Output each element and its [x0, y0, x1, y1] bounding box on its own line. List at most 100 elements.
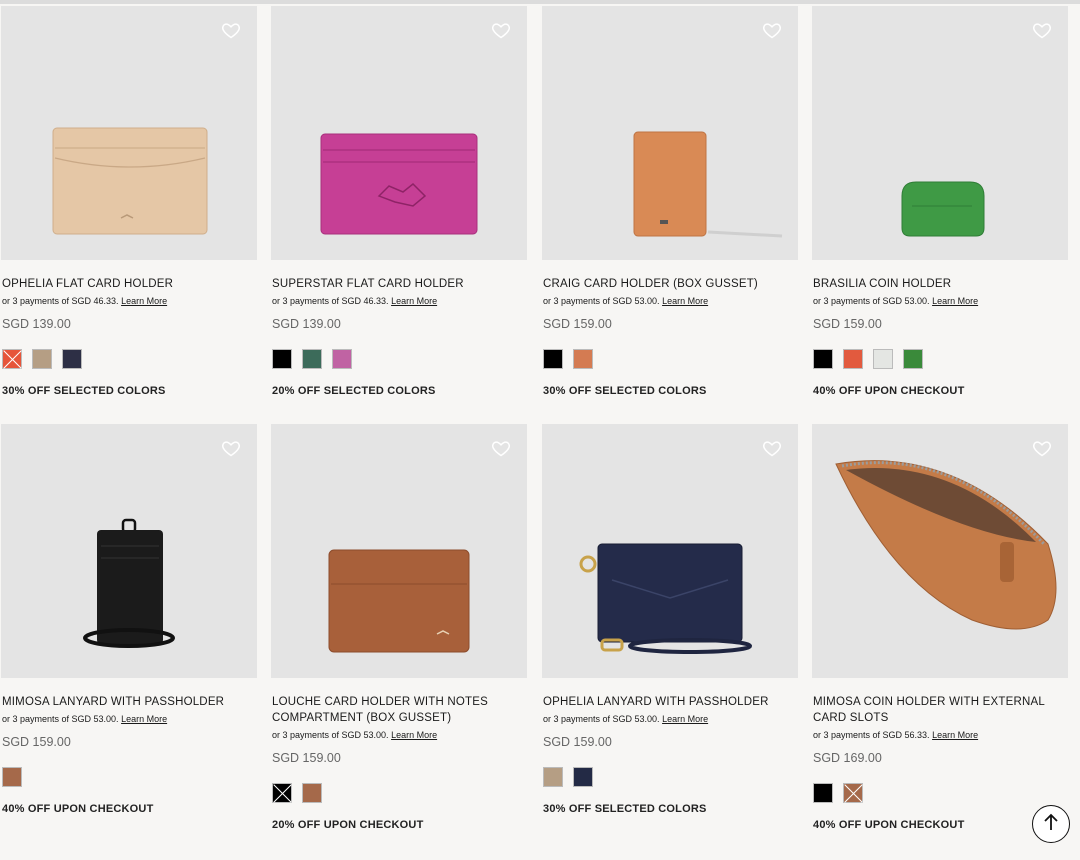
- promo-label: 30% OFF SELECTED COLORS: [543, 803, 707, 815]
- arrow-up-icon: [1043, 813, 1059, 836]
- color-swatch[interactable]: [573, 767, 593, 787]
- product-image[interactable]: [271, 424, 527, 678]
- product-price: SGD 169.00: [813, 751, 882, 765]
- installment-text: or 3 payments of SGD 53.00. Learn More: [1, 713, 257, 725]
- color-swatch[interactable]: [32, 349, 52, 369]
- product-image[interactable]: [812, 6, 1068, 260]
- color-swatch[interactable]: [2, 767, 22, 787]
- product-price: SGD 139.00: [2, 317, 71, 331]
- product-name[interactable]: LOUCHE CARD HOLDER WITH NOTES COMPARTMEN…: [271, 694, 527, 726]
- learn-more-link[interactable]: Learn More: [662, 296, 708, 306]
- scroll-to-top-button[interactable]: [1032, 805, 1070, 843]
- product-price: SGD 159.00: [2, 735, 71, 749]
- learn-more-link[interactable]: Learn More: [662, 714, 708, 724]
- wishlist-heart-icon[interactable]: [762, 20, 782, 40]
- installment-text: or 3 payments of SGD 53.00. Learn More: [812, 295, 1068, 307]
- color-swatch[interactable]: [2, 349, 22, 369]
- promo-label: 30% OFF SELECTED COLORS: [543, 385, 707, 397]
- installment-amount: or 3 payments of SGD 53.00.: [2, 714, 119, 724]
- color-swatch[interactable]: [873, 349, 893, 369]
- installment-amount: or 3 payments of SGD 53.00.: [272, 730, 389, 740]
- product-image[interactable]: [542, 424, 798, 678]
- color-swatches: [271, 349, 527, 371]
- product-price: SGD 159.00: [543, 735, 612, 749]
- color-swatch[interactable]: [813, 783, 833, 803]
- product-name[interactable]: OPHELIA LANYARD WITH PASSHOLDER: [542, 694, 798, 710]
- installment-text: or 3 payments of SGD 46.33. Learn More: [271, 295, 527, 307]
- product-price: SGD 159.00: [272, 751, 341, 765]
- installment-text: or 3 payments of SGD 53.00. Learn More: [542, 713, 798, 725]
- color-swatches: [1, 767, 257, 789]
- product-image[interactable]: [1, 6, 257, 260]
- product-card[interactable]: MIMOSA LANYARD WITH PASSHOLDER or 3 paym…: [1, 424, 257, 815]
- learn-more-link[interactable]: Learn More: [121, 714, 167, 724]
- color-swatch[interactable]: [813, 349, 833, 369]
- installment-amount: or 3 payments of SGD 53.00.: [543, 714, 660, 724]
- installment-amount: or 3 payments of SGD 56.33.: [813, 730, 930, 740]
- product-card[interactable]: BRASILIA COIN HOLDER or 3 payments of SG…: [812, 6, 1068, 397]
- promo-label: 30% OFF SELECTED COLORS: [2, 385, 166, 397]
- color-swatches: [542, 767, 798, 789]
- product-card[interactable]: OPHELIA FLAT CARD HOLDER or 3 payments o…: [1, 6, 257, 397]
- color-swatch[interactable]: [272, 349, 292, 369]
- wishlist-heart-icon[interactable]: [221, 20, 241, 40]
- color-swatch[interactable]: [543, 349, 563, 369]
- product-price: SGD 159.00: [543, 317, 612, 331]
- installment-amount: or 3 payments of SGD 53.00.: [543, 296, 660, 306]
- color-swatch[interactable]: [62, 349, 82, 369]
- learn-more-link[interactable]: Learn More: [391, 730, 437, 740]
- product-name[interactable]: SUPERSTAR FLAT CARD HOLDER: [271, 276, 527, 292]
- installment-text: or 3 payments of SGD 53.00. Learn More: [542, 295, 798, 307]
- product-image[interactable]: [271, 6, 527, 260]
- product-card[interactable]: MIMOSA COIN HOLDER WITH EXTERNAL CARD SL…: [812, 424, 1068, 831]
- product-image[interactable]: [812, 424, 1068, 678]
- color-swatch[interactable]: [332, 349, 352, 369]
- color-swatch[interactable]: [302, 349, 322, 369]
- product-price: SGD 139.00: [272, 317, 341, 331]
- color-swatch[interactable]: [843, 349, 863, 369]
- learn-more-link[interactable]: Learn More: [932, 730, 978, 740]
- wishlist-heart-icon[interactable]: [491, 20, 511, 40]
- color-swatches: [812, 349, 1068, 371]
- wishlist-heart-icon[interactable]: [762, 438, 782, 458]
- product-card[interactable]: OPHELIA LANYARD WITH PASSHOLDER or 3 pay…: [542, 424, 798, 815]
- product-name[interactable]: MIMOSA COIN HOLDER WITH EXTERNAL CARD SL…: [812, 694, 1068, 726]
- product-card[interactable]: SUPERSTAR FLAT CARD HOLDER or 3 payments…: [271, 6, 527, 397]
- color-swatches: [271, 783, 527, 805]
- color-swatch[interactable]: [843, 783, 863, 803]
- product-card[interactable]: CRAIG CARD HOLDER (BOX GUSSET) or 3 paym…: [542, 6, 798, 397]
- installment-amount: or 3 payments of SGD 46.33.: [272, 296, 389, 306]
- wishlist-heart-icon[interactable]: [1032, 438, 1052, 458]
- product-name[interactable]: MIMOSA LANYARD WITH PASSHOLDER: [1, 694, 257, 710]
- product-name[interactable]: BRASILIA COIN HOLDER: [812, 276, 1068, 292]
- product-price: SGD 159.00: [813, 317, 882, 331]
- promo-label: 20% OFF UPON CHECKOUT: [272, 819, 424, 831]
- installment-text: or 3 payments of SGD 53.00. Learn More: [271, 729, 527, 741]
- color-swatch[interactable]: [573, 349, 593, 369]
- learn-more-link[interactable]: Learn More: [391, 296, 437, 306]
- product-image[interactable]: [542, 6, 798, 260]
- product-name[interactable]: CRAIG CARD HOLDER (BOX GUSSET): [542, 276, 798, 292]
- color-swatch[interactable]: [543, 767, 563, 787]
- product-image[interactable]: [1, 424, 257, 678]
- wishlist-heart-icon[interactable]: [221, 438, 241, 458]
- color-swatches: [1, 349, 257, 371]
- product-name[interactable]: OPHELIA FLAT CARD HOLDER: [1, 276, 257, 292]
- installment-text: or 3 payments of SGD 56.33. Learn More: [812, 729, 1068, 741]
- color-swatch[interactable]: [903, 349, 923, 369]
- color-swatch[interactable]: [272, 783, 292, 803]
- learn-more-link[interactable]: Learn More: [121, 296, 167, 306]
- wishlist-heart-icon[interactable]: [491, 438, 511, 458]
- learn-more-link[interactable]: Learn More: [932, 296, 978, 306]
- promo-label: 40% OFF UPON CHECKOUT: [813, 385, 965, 397]
- color-swatch[interactable]: [302, 783, 322, 803]
- installment-text: or 3 payments of SGD 46.33. Learn More: [1, 295, 257, 307]
- color-swatches: [542, 349, 798, 371]
- installment-amount: or 3 payments of SGD 53.00.: [813, 296, 930, 306]
- product-card[interactable]: LOUCHE CARD HOLDER WITH NOTES COMPARTMEN…: [271, 424, 527, 831]
- installment-amount: or 3 payments of SGD 46.33.: [2, 296, 119, 306]
- promo-label: 40% OFF UPON CHECKOUT: [813, 819, 965, 831]
- promo-label: 40% OFF UPON CHECKOUT: [2, 803, 154, 815]
- color-swatches: [812, 783, 1068, 805]
- wishlist-heart-icon[interactable]: [1032, 20, 1052, 40]
